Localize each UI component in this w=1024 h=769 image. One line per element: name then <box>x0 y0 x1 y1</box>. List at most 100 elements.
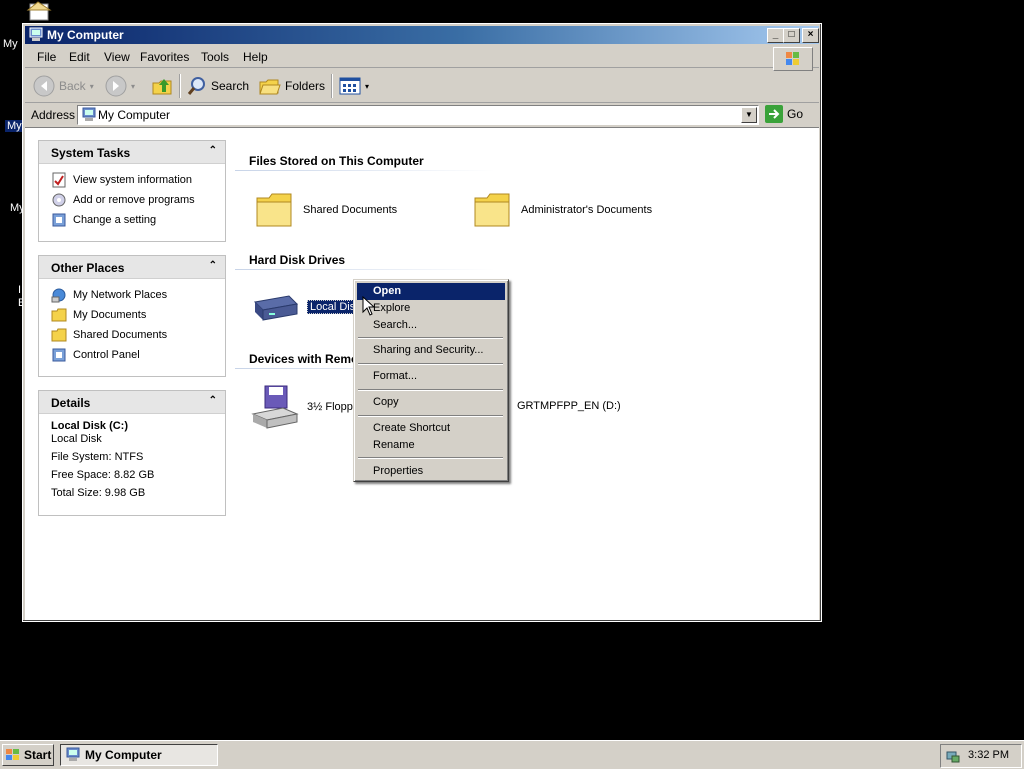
context-explore[interactable]: Explore <box>357 300 505 317</box>
administrators-documents-item[interactable]: Administrator's Documents <box>473 190 652 230</box>
my-documents-folder-icon <box>51 308 67 322</box>
desktop-icon-label-selected[interactable]: My <box>5 120 24 132</box>
minimize-button[interactable]: _ <box>767 28 784 43</box>
link-label: My Network Places <box>73 289 168 301</box>
windows-logo-icon <box>773 47 813 71</box>
link-label: Control Panel <box>73 349 140 361</box>
back-dropdown-icon[interactable]: ▾ <box>90 82 94 91</box>
system-tasks-header[interactable]: System Tasks ⌃ <box>39 141 225 164</box>
context-format[interactable]: Format... <box>357 368 505 385</box>
taskbar-my-computer[interactable]: My Computer <box>60 744 218 766</box>
search-button[interactable]: Search <box>187 75 249 97</box>
views-icon <box>339 77 361 95</box>
context-sharing-security[interactable]: Sharing and Security... <box>357 342 505 359</box>
link-label: Add or remove programs <box>73 194 195 206</box>
desktop-documents-icon[interactable] <box>24 0 52 22</box>
context-open[interactable]: Open <box>357 283 505 300</box>
link-label: Shared Documents <box>73 329 168 341</box>
shared-documents-link[interactable]: Shared Documents <box>51 325 225 345</box>
details-header[interactable]: Details ⌃ <box>39 391 225 414</box>
other-places-panel: Other Places ⌃ My Network Places My Docu… <box>38 255 226 377</box>
item-label: Administrator's Documents <box>521 204 653 216</box>
network-tray-icon[interactable] <box>945 748 961 764</box>
collapse-chevron-icon[interactable]: ⌃ <box>209 395 217 406</box>
section-divider <box>235 269 495 270</box>
menu-edit[interactable]: Edit <box>69 50 90 64</box>
menu-separator <box>358 337 503 339</box>
administrators-documents-folder-icon <box>474 193 510 227</box>
link-label: Change a setting <box>73 214 157 226</box>
close-button[interactable]: × <box>802 28 819 43</box>
collapse-chevron-icon[interactable]: ⌃ <box>209 145 217 156</box>
context-properties[interactable]: Properties <box>357 463 505 480</box>
link-label: View system information <box>73 174 193 186</box>
toolbar-separator <box>179 74 181 98</box>
mouse-cursor-icon <box>362 296 374 316</box>
up-folder-button[interactable] <box>151 75 173 97</box>
go-button[interactable]: Go <box>765 105 803 123</box>
back-button[interactable]: Back ▾ <box>33 75 94 97</box>
add-remove-programs-link[interactable]: Add or remove programs <box>51 190 225 210</box>
windows-flag-icon <box>6 749 19 760</box>
change-setting-link[interactable]: Change a setting <box>51 210 225 230</box>
start-button[interactable]: Start <box>2 744 54 766</box>
network-places-icon <box>51 288 66 303</box>
context-copy[interactable]: Copy <box>357 394 505 411</box>
desktop-icon-label[interactable]: I <box>18 284 21 296</box>
back-arrow-icon <box>33 75 55 97</box>
folders-label: Folders <box>285 79 326 93</box>
views-dropdown-icon[interactable]: ▾ <box>365 82 369 91</box>
menu-view[interactable]: View <box>104 50 130 64</box>
details-panel: Details ⌃ Local Disk (C:) Local Disk Fil… <box>38 390 226 516</box>
forward-arrow-icon <box>105 75 127 97</box>
menu-separator <box>358 363 503 365</box>
go-label: Go <box>787 107 804 121</box>
system-tasks-panel: System Tasks ⌃ View system information A… <box>38 140 226 242</box>
cd-drive-item[interactable]: GRTMPFPP_EN (D:) <box>495 396 621 416</box>
add-remove-programs-icon <box>52 193 66 207</box>
context-search[interactable]: Search... <box>357 317 505 334</box>
address-input[interactable]: My Computer ▼ <box>77 105 759 125</box>
collapse-chevron-icon[interactable]: ⌃ <box>209 260 217 271</box>
menu-file[interactable]: File <box>37 50 56 64</box>
my-documents-link[interactable]: My Documents <box>51 305 225 325</box>
desktop-icon-label[interactable]: My <box>3 38 18 50</box>
taskbar-item-label: My Computer <box>85 748 162 762</box>
details-name: Local Disk (C:) <box>51 420 129 432</box>
address-dropdown-icon[interactable]: ▼ <box>741 107 757 123</box>
my-network-places-link[interactable]: My Network Places <box>51 285 225 305</box>
folders-button[interactable]: Folders <box>259 75 325 97</box>
floppy-item[interactable]: 3½ Floppy <box>251 384 358 430</box>
menu-favorites[interactable]: Favorites <box>140 50 189 64</box>
toolbar: Back ▾ ▾ Search Folders ▾ <box>25 70 819 103</box>
maximize-button[interactable]: □ <box>783 28 800 43</box>
control-panel-link[interactable]: Control Panel <box>51 345 225 365</box>
context-rename[interactable]: Rename <box>357 437 505 454</box>
taskbar: Start My Computer 3:32 PM <box>0 740 1024 769</box>
context-create-shortcut[interactable]: Create Shortcut <box>357 420 505 437</box>
search-label: Search <box>211 79 250 93</box>
address-label: Address <box>31 108 76 122</box>
section-files-stored: Files Stored on This Computer <box>249 154 424 168</box>
context-menu: Open Explore Search... Sharing and Secur… <box>353 279 509 482</box>
forward-dropdown-icon[interactable]: ▾ <box>131 82 135 91</box>
shared-documents-item[interactable]: Shared Documents <box>255 190 397 230</box>
views-button[interactable]: ▾ <box>339 75 369 97</box>
menu-separator <box>358 457 503 459</box>
other-places-header[interactable]: Other Places ⌃ <box>39 256 225 279</box>
view-system-info-link[interactable]: View system information <box>51 170 225 190</box>
system-tray: 3:32 PM <box>940 744 1022 768</box>
menu-help[interactable]: Help <box>243 50 268 64</box>
title-bar[interactable]: My Computer _ □ × <box>25 26 819 44</box>
menu-bar: File Edit View Favorites Tools Help <box>25 46 819 71</box>
my-computer-icon <box>81 107 97 123</box>
clock[interactable]: 3:32 PM <box>968 749 1009 761</box>
shared-documents-folder-icon <box>51 328 67 342</box>
menu-tools[interactable]: Tools <box>201 50 229 64</box>
up-folder-icon <box>152 79 172 95</box>
local-disk-item[interactable]: Local Disk <box>251 290 364 324</box>
link-label: My Documents <box>73 309 147 321</box>
system-tasks-title: System Tasks <box>51 146 131 160</box>
back-label: Back <box>59 79 86 93</box>
forward-button[interactable]: ▾ <box>105 75 135 97</box>
